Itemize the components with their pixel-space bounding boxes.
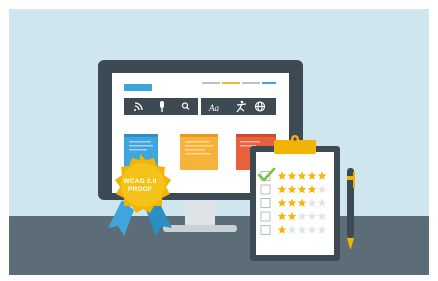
checkbox <box>260 198 271 208</box>
checkbox <box>260 225 271 235</box>
page-logo-bar <box>124 84 152 91</box>
checkbox <box>260 184 271 195</box>
pen-icon <box>347 168 355 250</box>
badge-line-2: PROOF <box>127 186 153 193</box>
content-card-orange <box>180 134 218 170</box>
badge-label: WCAG 2.0 PROOF <box>115 178 165 194</box>
checkbox <box>260 211 271 222</box>
nav-line <box>202 82 220 84</box>
nav-line <box>222 82 240 84</box>
nav-line <box>262 82 276 84</box>
nav-line <box>242 82 260 84</box>
monitor-stand <box>163 196 237 232</box>
scene-artwork: Aa <box>98 60 355 261</box>
illustration: Aa WCAG 2.0 PROOF <box>0 0 438 281</box>
badge-line-1: WCAG 2.0 <box>123 178 157 185</box>
font-size-icon: Aa <box>208 103 219 113</box>
